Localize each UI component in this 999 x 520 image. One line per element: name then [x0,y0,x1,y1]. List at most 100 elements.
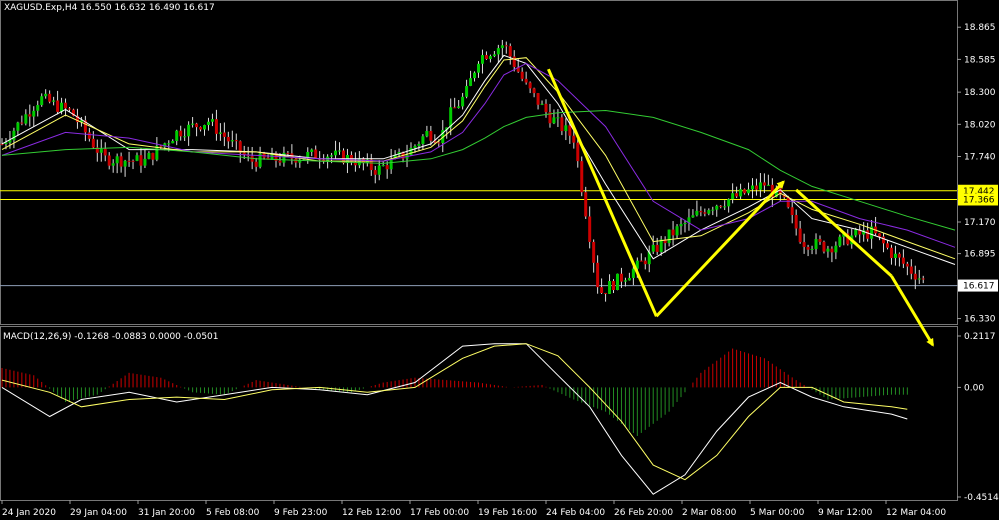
candle-body [413,145,417,148]
candle-body [187,124,191,137]
candle-body [492,54,496,57]
candle-body [608,281,612,294]
candle-body [786,197,790,208]
candle-body [381,165,385,167]
candle-body [111,163,115,166]
candle-body [727,199,731,207]
candle-body [135,155,139,161]
candle-body [556,117,560,119]
candle-body [377,165,381,175]
candle-body [889,247,893,259]
time-tick-label: 9 Feb 23:00 [274,508,328,518]
macd-header: MACD(12,26,9) -0.1268 -0.0883 0.0000 -0.… [3,332,219,342]
candle-body [711,209,715,211]
candle-body [651,244,655,252]
candle-body [878,233,882,237]
candle-body [766,184,770,186]
candle-body [893,253,897,259]
macd-tick-label: 0.00 [964,383,984,393]
candle-body [612,281,616,291]
candle-body [234,140,238,142]
candle-body [373,170,377,175]
candle-body [40,96,44,106]
candle-body [679,224,683,227]
candle-body [385,165,389,170]
candle-body [191,123,195,125]
candle-body [572,135,576,143]
candle-body [619,273,623,282]
candle-body [20,122,24,124]
candle-body [330,155,334,157]
candle-body [667,229,671,244]
candle-body [28,114,32,117]
candle-body [254,161,258,167]
candle-body [913,273,917,280]
candle-body [425,130,429,137]
candle-body [119,156,123,167]
level-label: 16.617 [963,282,995,292]
candle-body [699,210,703,213]
candle-body [357,158,361,166]
candle-body [453,107,457,109]
candle-body [99,148,103,153]
candle-body [814,239,818,249]
candle-body [473,72,477,79]
candle-body [143,158,147,166]
candle-body [52,100,56,102]
candle-body [338,150,342,152]
candle-body [731,193,735,200]
candle-body [222,132,226,137]
candle-body [671,229,675,236]
time-tick-label: 24 Jan 2020 [2,508,56,518]
candle-body [87,132,91,139]
candle-body [885,243,889,248]
candle-body [568,125,572,136]
candle-body [691,215,695,218]
candle-body [36,105,40,111]
time-tick-label: 29 Jan 04:00 [70,508,127,518]
candle-body [715,205,719,210]
candle-body [897,253,901,258]
candle-body [139,155,143,166]
candle-body [115,156,119,164]
candle-body [921,278,925,280]
candle-body [802,242,806,247]
candle-body [0,143,4,145]
time-tick-label: 24 Feb 04:00 [546,508,605,518]
candle-body [171,140,175,144]
candle-body [421,136,425,144]
candle-body [826,248,830,252]
candle-body [806,246,810,250]
candle-body [199,127,203,130]
candle-body [588,216,592,242]
price-tick-label: 18.585 [964,55,996,65]
candle-body [750,185,754,190]
candle-body [203,125,207,130]
candle-body [639,260,643,262]
candle-body [762,182,766,186]
candle-body [643,260,647,265]
candle-body [830,248,834,253]
chart-background [0,0,999,520]
candle-body [131,160,135,162]
candle-body [735,193,739,197]
candle-body [627,277,631,281]
candle-body [68,108,72,110]
candle-body [508,46,512,57]
candle-body [917,278,921,280]
candle-body [214,119,218,134]
candle-body [167,143,171,145]
candle-body [12,130,16,141]
price-tick-label: 16.330 [964,315,996,325]
candle-body [488,56,492,60]
candle-body [461,96,465,107]
time-tick-label: 26 Feb 20:00 [614,508,673,518]
candle-body [743,189,747,194]
candle-body [206,121,210,126]
trading-chart[interactable]: XAGUSD.Exp,H4 16.550 16.632 16.490 16.61… [0,0,999,520]
candle-body [159,145,163,147]
price-tick-label: 17.740 [964,153,996,163]
time-tick-label: 19 Feb 16:00 [478,508,537,518]
candle-body [195,123,199,128]
candle-body [175,130,179,141]
